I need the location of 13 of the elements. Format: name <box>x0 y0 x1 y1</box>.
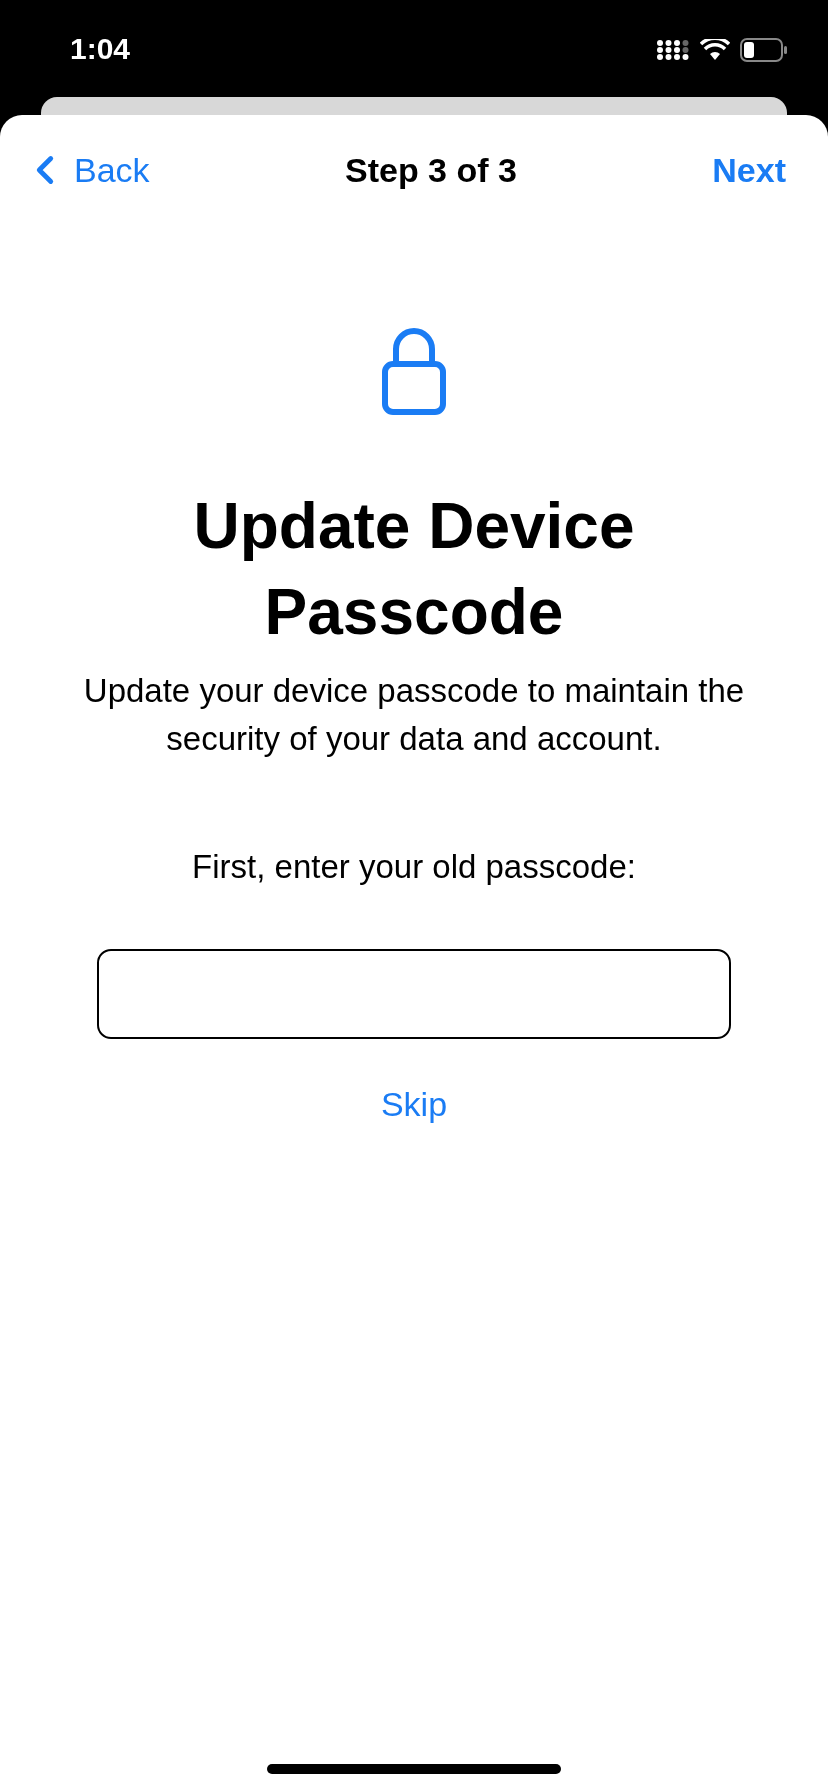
next-button[interactable]: Next <box>712 144 806 196</box>
battery-icon <box>740 38 788 62</box>
passcode-field[interactable] <box>97 949 731 1039</box>
lock-icon <box>382 325 446 415</box>
description: Update your device passcode to maintain the security of your data and account. <box>82 671 746 759</box>
back-button[interactable]: Back <box>22 144 150 196</box>
nav-title: Step 3 of 3 <box>344 149 517 191</box>
signal-icon <box>656 39 690 61</box>
page-title: Update Device Passcode <box>192 489 636 650</box>
status-time: 1:04 <box>70 31 131 67</box>
skip-link[interactable]: Skip <box>380 1079 448 1130</box>
passcode-prompt: First, enter your old passcode: <box>192 847 636 887</box>
wifi-icon <box>700 39 730 61</box>
